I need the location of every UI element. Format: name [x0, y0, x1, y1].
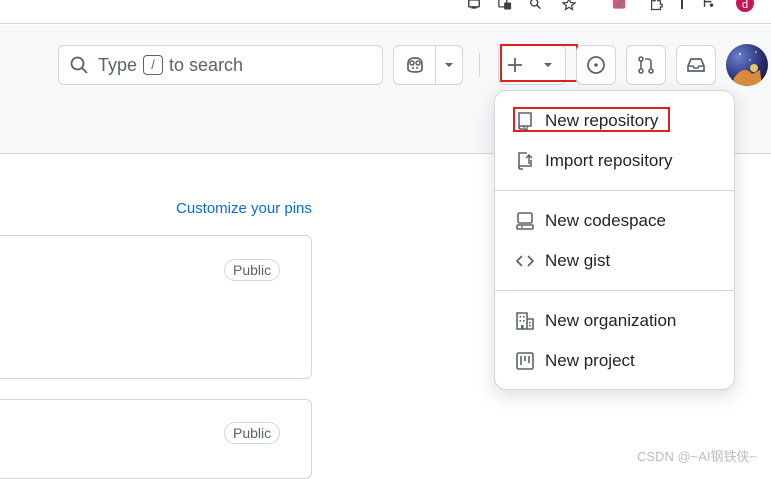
visibility-badge: Public: [224, 259, 281, 281]
copilot-icon: [406, 57, 423, 73]
pinned-repo-card[interactable]: Public: [0, 235, 312, 379]
menu-item-new-organization[interactable]: New organization: [495, 301, 734, 341]
menu-item-import-repository[interactable]: Import repository: [495, 141, 734, 181]
watermark-text: CSDN @~AI钢铁侠~: [637, 449, 758, 464]
create-button-highlight: [500, 44, 578, 82]
extensions-puzzle-icon[interactable]: [648, 0, 664, 12]
new-repository-highlight: [513, 107, 670, 132]
menu-item-label: Import repository: [545, 151, 673, 170]
search-prefix-text: Type: [98, 54, 138, 75]
issue-opened-icon: [587, 56, 605, 74]
menu-item-new-codespace[interactable]: New codespace: [495, 201, 734, 241]
menu-item-new-gist[interactable]: New gist: [495, 241, 734, 281]
menu-item-label: New organization: [545, 311, 677, 330]
user-avatar[interactable]: [726, 44, 768, 86]
repo-push-icon: [518, 152, 533, 170]
menu-item-label: New gist: [545, 251, 611, 270]
avatar-image: [732, 51, 762, 86]
bookmark-star-icon[interactable]: [561, 0, 577, 12]
copilot-button-group: [393, 45, 463, 85]
pinned-repo-card[interactable]: Public: [0, 399, 312, 479]
code-icon: [515, 255, 535, 267]
zoom-icon[interactable]: [528, 0, 544, 12]
menu-divider: [495, 190, 734, 191]
browser-profile-avatar[interactable]: d: [736, 0, 754, 12]
organization-icon: [516, 312, 534, 330]
issues-button[interactable]: [576, 45, 616, 85]
search-input[interactable]: Type / to search: [58, 45, 383, 85]
cast-icon[interactable]: [466, 0, 482, 12]
browser-toolbar-strip: d: [0, 0, 771, 24]
inbox-button[interactable]: [676, 45, 716, 85]
copilot-button[interactable]: [394, 46, 436, 84]
menu-item-label: New codespace: [545, 211, 666, 230]
create-dropdown-menu: New repository Import repository New cod…: [494, 90, 735, 390]
pull-requests-button[interactable]: [626, 45, 666, 85]
search-suffix-text: to search: [169, 54, 244, 75]
visibility-badge: Public: [224, 422, 281, 444]
triangle-down-icon: [445, 63, 453, 67]
menu-item-label: New project: [545, 351, 635, 370]
customize-pins-link[interactable]: Customize your pins: [176, 200, 312, 217]
translate-icon[interactable]: [497, 0, 513, 12]
codespaces-icon: [516, 212, 534, 230]
inbox-icon: [687, 58, 705, 72]
copilot-dropdown-button[interactable]: [436, 46, 462, 84]
git-pull-request-icon: [638, 56, 654, 74]
search-icon: [70, 56, 88, 74]
menu-divider: [495, 290, 734, 291]
media-control-icon[interactable]: [700, 0, 716, 12]
project-icon: [516, 352, 534, 370]
menu-item-new-project[interactable]: New project: [495, 341, 734, 381]
header-divider: [479, 53, 480, 77]
search-shortcut-key: /: [143, 55, 164, 75]
toolbar-separator: [681, 0, 683, 9]
extension-badge-icon[interactable]: [611, 0, 627, 12]
